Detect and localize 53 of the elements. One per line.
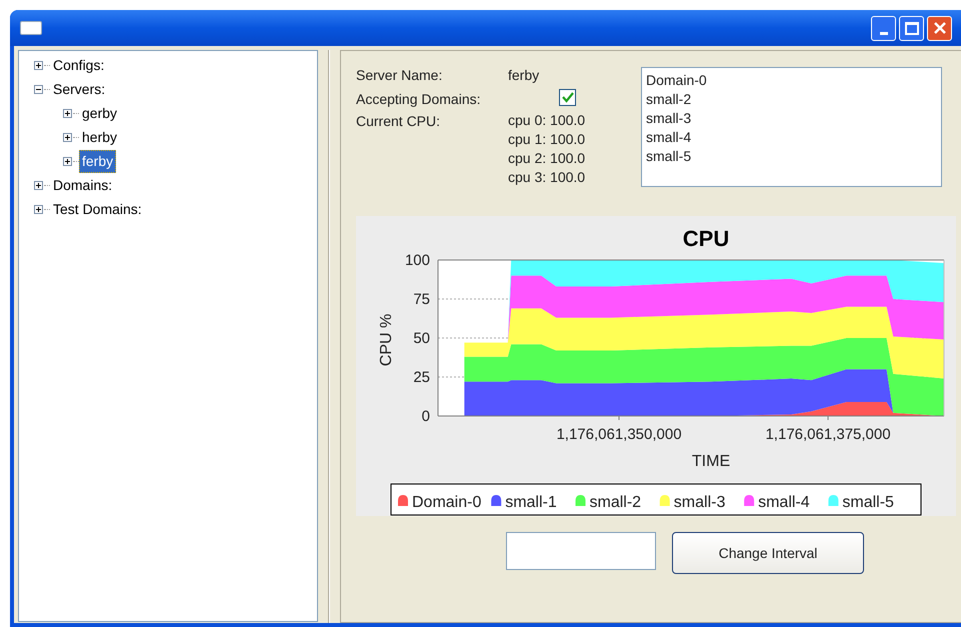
- cpu-reading: cpu 3: 100.0: [508, 168, 586, 187]
- y-tick-label: 100: [404, 252, 430, 269]
- field-label: Accepting Domains:: [356, 90, 482, 109]
- y-tick-label: 25: [413, 369, 430, 386]
- x-tick-label: 1,176,061,375,000: [765, 426, 891, 443]
- x-tick-label: 1,176,061,350,000: [556, 426, 682, 443]
- legend-label: small-5: [842, 494, 894, 511]
- tree-item[interactable]: Test Domains:: [50, 198, 145, 220]
- legend-label: Domain-0: [412, 494, 482, 511]
- expand-icon[interactable]: [63, 156, 72, 166]
- legend-label: small-1: [505, 494, 557, 511]
- list-item[interactable]: small-3: [646, 109, 937, 128]
- expand-icon[interactable]: [63, 132, 72, 142]
- x-axis-label: TIME: [692, 453, 730, 470]
- checkbox[interactable]: [559, 89, 576, 106]
- list-item[interactable]: Domain-0: [646, 71, 937, 90]
- expand-icon[interactable]: [34, 60, 43, 70]
- cpu-reading: cpu 1: 100.0: [508, 130, 586, 149]
- legend-label: small-4: [758, 494, 810, 511]
- close-icon: [932, 21, 946, 35]
- list-item[interactable]: small-4: [646, 128, 937, 147]
- tree-item[interactable]: gerby: [79, 102, 120, 124]
- expand-icon[interactable]: [34, 180, 43, 190]
- field-value: ferby: [508, 66, 540, 85]
- cpu-reading: cpu 0: 100.0: [508, 111, 586, 130]
- list-item[interactable]: small-5: [646, 147, 937, 166]
- field-label: Server Name:: [356, 66, 444, 85]
- y-tick-label: 50: [413, 330, 430, 347]
- change-interval-button[interactable]: Change Interval: [672, 532, 864, 574]
- minimize-button[interactable]: [871, 16, 896, 40]
- legend-label: small-3: [674, 494, 726, 511]
- tree-item[interactable]: ferby: [79, 150, 116, 172]
- y-tick-label: 75: [413, 291, 430, 308]
- y-axis-label: CPU %: [378, 314, 395, 366]
- y-tick-label: 0: [422, 408, 430, 425]
- window-icon: [20, 21, 42, 35]
- check-icon: [562, 92, 574, 103]
- tree-item[interactable]: Domains:: [50, 174, 116, 196]
- tree-item[interactable]: herby: [79, 126, 120, 148]
- tree-item[interactable]: Servers:: [50, 78, 108, 100]
- domain-list[interactable]: Domain-0 small-2 small-3 small-4 small-5: [641, 67, 942, 187]
- legend-label: small-2: [590, 494, 642, 511]
- field-label: Current CPU:: [356, 112, 442, 131]
- close-button[interactable]: [927, 16, 952, 40]
- expand-icon[interactable]: [34, 204, 43, 214]
- list-item[interactable]: small-2: [646, 90, 937, 109]
- chart-title: CPU: [682, 226, 730, 251]
- tree-item[interactable]: Configs:: [50, 54, 108, 76]
- expand-icon[interactable]: [63, 108, 72, 118]
- maximize-button[interactable]: [899, 16, 924, 40]
- cpu-reading: cpu 2: 100.0: [508, 149, 586, 168]
- collapse-icon[interactable]: [34, 84, 43, 94]
- interval-input[interactable]: [506, 532, 656, 570]
